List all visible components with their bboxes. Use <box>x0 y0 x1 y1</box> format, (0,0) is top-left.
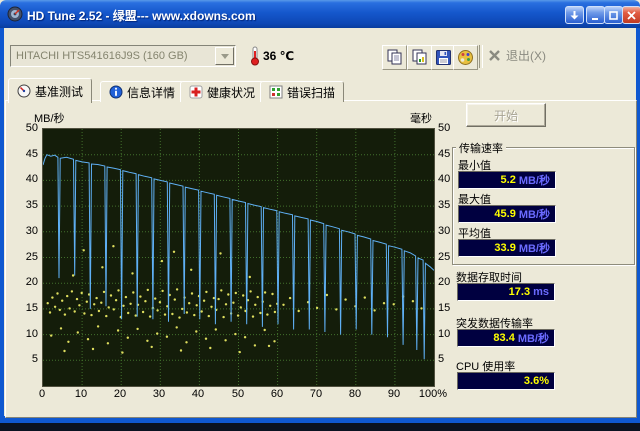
transfer-rate-group-title: 传输速率 <box>456 140 506 156</box>
burst-rate-value: 83.4 <box>493 332 515 344</box>
thermometer-icon <box>251 46 259 66</box>
copy-file-icon <box>412 49 427 65</box>
burst-rate-unit: MB/秒 <box>517 333 549 345</box>
info-icon <box>109 85 123 99</box>
save-icon <box>436 50 451 65</box>
drive-select-combo[interactable]: HITACHI HTS541616J9S (160 GB) <box>10 45 236 67</box>
copy-clipboard-button[interactable] <box>382 45 407 70</box>
tab-info[interactable]: 信息详情 <box>100 81 185 102</box>
tab-label: 错误扫描 <box>287 85 336 100</box>
temperature-value: 36 ℃ <box>263 49 295 63</box>
tab-label: 基准测试 <box>35 84 84 99</box>
tab-health[interactable]: 健康状况 <box>180 81 265 102</box>
combo-dropdown-button[interactable] <box>215 47 234 65</box>
min-value: 5.2 <box>500 174 516 186</box>
benchmark-chart <box>42 128 435 387</box>
avg-unit: MB/秒 <box>518 243 550 255</box>
maximize-button[interactable] <box>604 6 623 24</box>
max-value-box: 45.9 MB/秒 <box>458 205 556 223</box>
avg-value-box: 33.9 MB/秒 <box>458 239 556 257</box>
cpu-usage-box: 3.6% <box>457 372 555 390</box>
exit-label: 退出(X) <box>506 49 546 63</box>
title-bar: HD Tune 2.52 - 绿盟--- www.xdowns.com <box>0 0 640 28</box>
max-unit: MB/秒 <box>518 209 550 221</box>
exit-button[interactable]: 退出(X) <box>488 47 546 64</box>
avg-value: 33.9 <box>494 242 516 254</box>
tab-label: 健康状况 <box>207 85 256 100</box>
exit-x-icon <box>489 50 500 61</box>
tab-error-scan[interactable]: 错误扫描 <box>260 81 345 102</box>
tab-benchmark[interactable]: 基准测试 <box>8 78 93 103</box>
minimize-button[interactable] <box>586 6 605 24</box>
hdtune-window: HD Tune 2.52 - 绿盟--- www.xdowns.com HITA… <box>0 0 640 431</box>
y-axis-left-title: MB/秒 <box>34 113 65 125</box>
transfer-rate-group: 传输速率 最小值 5.2 MB/秒 最大值 45.9 MB/秒 平均值 33.9… <box>452 140 635 265</box>
burst-rate-box: 83.4 MB/秒 <box>457 329 555 347</box>
options-button[interactable] <box>453 45 478 70</box>
window-border-left <box>0 28 4 423</box>
access-time-value: 17.3 <box>508 286 531 298</box>
start-button[interactable]: 开始 <box>466 103 546 127</box>
options-icon <box>458 50 473 65</box>
min-value-box: 5.2 MB/秒 <box>458 171 556 189</box>
tab-label: 信息详情 <box>127 85 176 100</box>
min-unit: MB/秒 <box>518 175 550 187</box>
window-title: HD Tune 2.52 - 绿盟--- www.xdowns.com <box>27 9 256 23</box>
start-button-label: 开始 <box>493 108 518 123</box>
access-time-box: 17.3 ms <box>457 283 555 301</box>
cpu-usage-value: 3.6% <box>523 375 549 387</box>
y-axis-right-title: 毫秒 <box>410 113 432 125</box>
copy-file-button[interactable] <box>407 45 432 70</box>
error-scan-icon <box>269 85 283 99</box>
health-cross-icon <box>189 85 203 99</box>
close-button[interactable] <box>622 6 640 24</box>
drive-name: HITACHI HTS541616J9S (160 GB) <box>16 50 188 62</box>
desktop-strip <box>0 423 640 431</box>
access-time-unit: ms <box>533 286 549 298</box>
chevron-down-icon <box>220 53 229 59</box>
benchmark-icon <box>17 84 31 98</box>
toolbar-separator <box>479 45 483 68</box>
app-icon <box>7 6 23 22</box>
download-icon[interactable] <box>565 6 584 24</box>
max-value: 45.9 <box>494 208 516 220</box>
copy-icon <box>387 49 402 65</box>
